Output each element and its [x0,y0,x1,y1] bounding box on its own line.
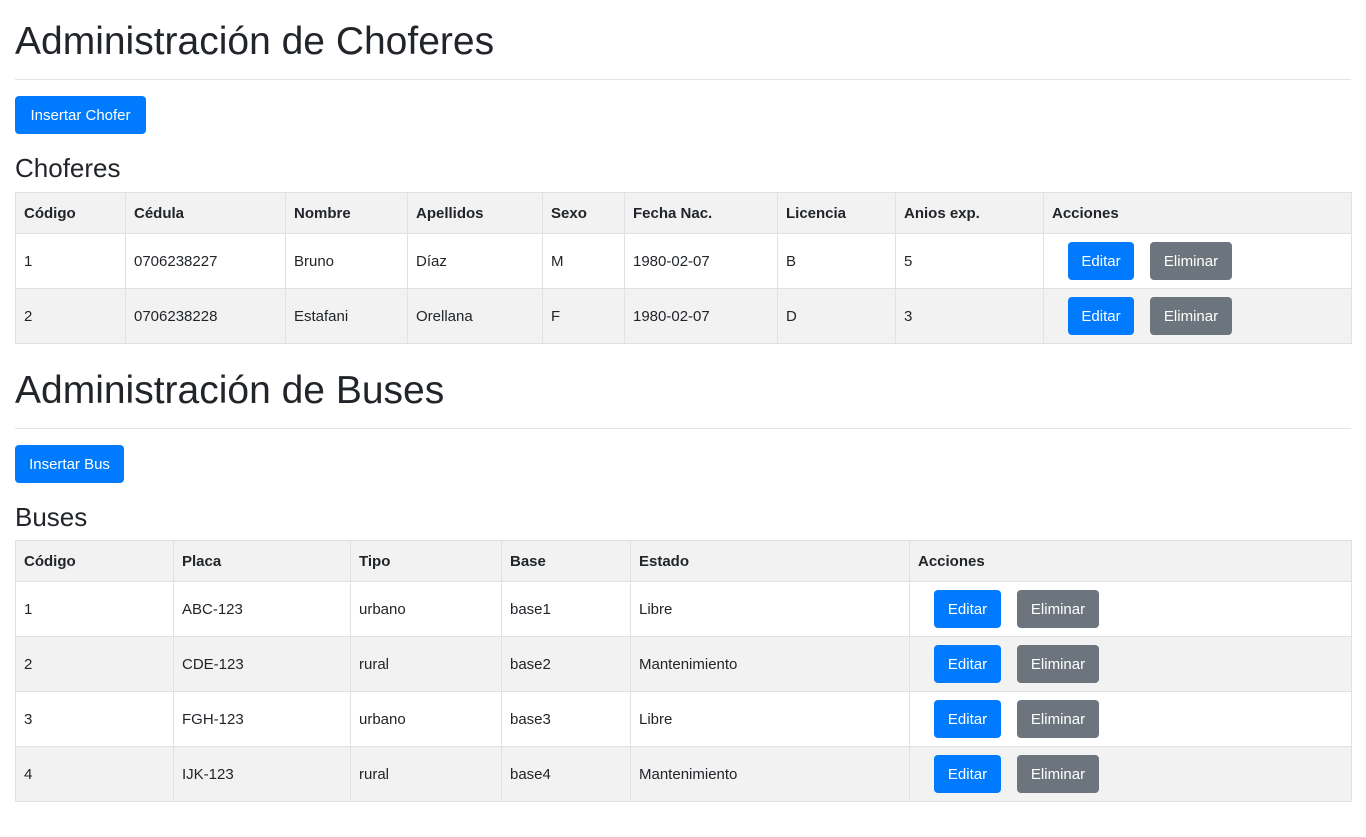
choferes-page-title: Administración de Choferes [15,20,495,63]
cell-fecha-nac: 1980-02-07 [624,288,778,344]
column-header-estado: Estado [630,540,910,582]
cell-cedula: 0706238227 [125,233,286,289]
column-header-base: Base [501,540,631,582]
cell-apellidos: Díaz [407,233,543,289]
column-header-cedula: Cédula [125,192,286,234]
cell-acciones: Editar Eliminar [1043,288,1352,344]
edit-button[interactable]: Editar [934,645,1001,683]
cell-acciones: Editar Eliminar [1043,233,1352,289]
cell-cedula: 0706238228 [125,288,286,344]
edit-button[interactable]: Editar [934,755,1001,793]
buses-header-row: Código Placa Tipo Base Estado Acciones [15,540,1352,582]
cell-licencia: D [777,288,896,344]
cell-base: base2 [501,636,631,692]
column-header-codigo: Código [15,192,126,234]
table-row: 3 FGH-123 urbano base3 Libre Editar Elim… [15,691,1352,747]
delete-button[interactable]: Eliminar [1150,242,1232,280]
column-header-sexo: Sexo [542,192,625,234]
cell-anios-exp: 5 [895,233,1044,289]
cell-placa: IJK-123 [173,746,351,802]
edit-button[interactable]: Editar [934,700,1001,738]
table-row: 2 CDE-123 rural base2 Mantenimiento Edit… [15,636,1352,692]
cell-base: base3 [501,691,631,747]
column-header-licencia: Licencia [777,192,896,234]
column-header-placa: Placa [173,540,351,582]
insert-bus-button[interactable]: Insertar Bus [15,445,124,483]
column-header-fecha-nac: Fecha Nac. [624,192,778,234]
column-header-tipo: Tipo [350,540,502,582]
buses-table-title: Buses [15,502,88,532]
cell-acciones: Editar Eliminar [909,746,1352,802]
cell-codigo: 2 [15,636,174,692]
column-header-acciones: Acciones [909,540,1352,582]
cell-acciones: Editar Eliminar [909,636,1352,692]
column-header-nombre: Nombre [285,192,408,234]
column-header-codigo: Código [15,540,174,582]
cell-base: base4 [501,746,631,802]
cell-estado: Libre [630,581,910,637]
cell-nombre: Estafani [285,288,408,344]
cell-placa: ABC-123 [173,581,351,637]
edit-button[interactable]: Editar [934,590,1001,628]
cell-estado: Libre [630,691,910,747]
buses-table: Código Placa Tipo Base Estado Acciones 1… [15,540,1352,802]
buses-page-title: Administración de Buses [15,369,445,412]
edit-button[interactable]: Editar [1068,242,1134,280]
column-header-acciones: Acciones [1043,192,1352,234]
cell-placa: FGH-123 [173,691,351,747]
choferes-table: Código Cédula Nombre Apellidos Sexo Fech… [15,192,1352,344]
column-header-anios-exp: Anios exp. [895,192,1044,234]
insert-chofer-button[interactable]: Insertar Chofer [15,96,146,134]
cell-tipo: urbano [350,581,502,637]
choferes-divider [15,79,1351,80]
cell-codigo: 1 [15,233,126,289]
cell-placa: CDE-123 [173,636,351,692]
cell-sexo: M [542,233,625,289]
table-row: 4 IJK-123 rural base4 Mantenimiento Edit… [15,746,1352,802]
delete-button[interactable]: Eliminar [1017,755,1099,793]
delete-button[interactable]: Eliminar [1017,700,1099,738]
choferes-table-title: Choferes [15,153,121,183]
cell-codigo: 2 [15,288,126,344]
cell-tipo: urbano [350,691,502,747]
cell-licencia: B [777,233,896,289]
cell-codigo: 4 [15,746,174,802]
cell-tipo: rural [350,746,502,802]
cell-acciones: Editar Eliminar [909,581,1352,637]
cell-nombre: Bruno [285,233,408,289]
cell-fecha-nac: 1980-02-07 [624,233,778,289]
buses-divider [15,428,1351,429]
cell-sexo: F [542,288,625,344]
delete-button[interactable]: Eliminar [1017,645,1099,683]
cell-estado: Mantenimiento [630,636,910,692]
choferes-header-row: Código Cédula Nombre Apellidos Sexo Fech… [15,192,1352,234]
cell-base: base1 [501,581,631,637]
edit-button[interactable]: Editar [1068,297,1134,335]
page: Administración de Choferes Insertar Chof… [0,0,1366,837]
cell-apellidos: Orellana [407,288,543,344]
cell-codigo: 3 [15,691,174,747]
column-header-apellidos: Apellidos [407,192,543,234]
cell-estado: Mantenimiento [630,746,910,802]
cell-codigo: 1 [15,581,174,637]
cell-tipo: rural [350,636,502,692]
delete-button[interactable]: Eliminar [1017,590,1099,628]
table-row: 2 0706238228 Estafani Orellana F 1980-02… [15,288,1352,344]
table-row: 1 0706238227 Bruno Díaz M 1980-02-07 B 5… [15,233,1352,289]
table-row: 1 ABC-123 urbano base1 Libre Editar Elim… [15,581,1352,637]
cell-anios-exp: 3 [895,288,1044,344]
cell-acciones: Editar Eliminar [909,691,1352,747]
delete-button[interactable]: Eliminar [1150,297,1232,335]
